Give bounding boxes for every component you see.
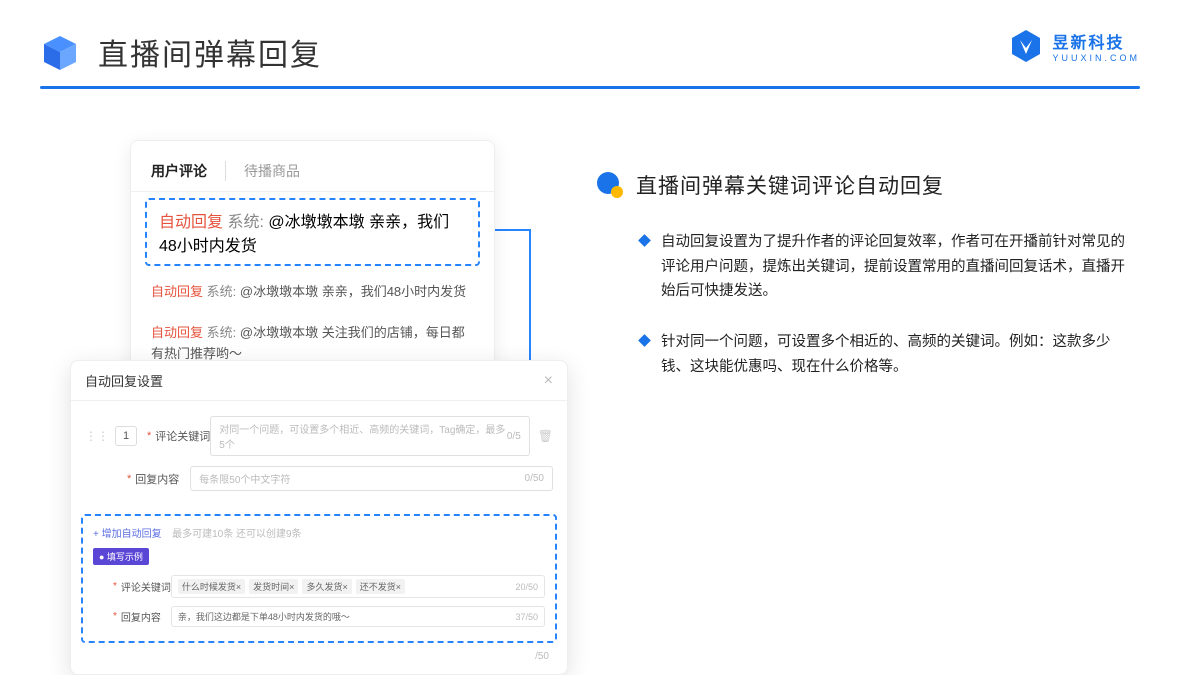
- cube-icon: [40, 32, 80, 72]
- system-label: 系统:: [207, 284, 237, 299]
- reply-input[interactable]: 每条限50个中文字符 0/50: [190, 466, 553, 491]
- rule-number: 1: [115, 426, 137, 446]
- example-keyword-label: 评论关键词: [121, 579, 171, 594]
- brand-name-en: YUUXIN.COM: [1052, 53, 1140, 63]
- highlighted-comment: 自动回复 系统: @冰墩墩本墩 亲亲，我们48小时内发货: [145, 198, 480, 266]
- auto-reply-label: 自动回复: [159, 214, 223, 231]
- bullet-text: 自动回复设置为了提升作者的评论回复效率，作者可在开播前针对常见的评论用户问题，提…: [661, 230, 1136, 304]
- drag-handle-icon[interactable]: ⋮⋮: [85, 429, 109, 443]
- section-title: 直播间弹幕关键词评论自动回复: [636, 170, 944, 200]
- header-divider: [40, 86, 1140, 89]
- example-reply-input[interactable]: 亲，我们这边都是下单48小时内发货的哦～ 37/50: [171, 606, 545, 627]
- add-auto-reply-link[interactable]: + 增加自动回复: [93, 529, 162, 540]
- outer-count: /50: [71, 651, 567, 662]
- keyword-tag[interactable]: 发货时间×: [249, 579, 298, 594]
- system-label: 系统:: [207, 325, 237, 340]
- chat-bubble-icon: [596, 171, 624, 199]
- keyword-label: 评论关键词: [155, 428, 210, 444]
- page-title: 直播间弹幕回复: [98, 30, 322, 74]
- example-box: + 增加自动回复 最多可建10条 还可以创建9条 ● 填写示例 * 评论关键词 …: [81, 514, 557, 643]
- comment-item: 自动回复 系统: @冰墩墩本墩 亲亲，我们48小时内发货: [131, 272, 494, 313]
- close-icon[interactable]: ×: [544, 372, 553, 390]
- required-marker: *: [147, 430, 151, 442]
- settings-title: 自动回复设置: [85, 371, 163, 390]
- brand-logo: 昱新科技 YUUXIN.COM: [1008, 28, 1140, 64]
- bullet-icon: [638, 234, 651, 247]
- example-keyword-input[interactable]: 什么时候发货× 发货时间× 多久发货× 还不发货× 20/50: [171, 575, 545, 598]
- reply-content-label: 回复内容: [135, 471, 190, 487]
- tab-pending-products[interactable]: 待播商品: [244, 161, 318, 181]
- tab-user-comments[interactable]: 用户评论: [151, 161, 226, 181]
- keyword-tag[interactable]: 多久发货×: [302, 579, 351, 594]
- auto-reply-label: 自动回复: [151, 325, 203, 340]
- keyword-tag[interactable]: 什么时候发货×: [178, 579, 245, 594]
- auto-reply-label: 自动回复: [151, 284, 203, 299]
- required-marker: *: [127, 473, 131, 485]
- keyword-input[interactable]: 对同一个问题，可设置多个相近、高频的关键词，Tag确定，最多5个 0/5: [210, 416, 529, 456]
- bullet-text: 针对同一个问题，可设置多个相近的、高频的关键词。例如：这款多少钱、这块能优惠吗、…: [661, 330, 1136, 379]
- system-label: 系统:: [227, 214, 263, 231]
- add-hint: 最多可建10条 还可以创建9条: [172, 529, 301, 540]
- example-reply-label: 回复内容: [121, 609, 171, 624]
- delete-icon[interactable]: 🗑: [538, 429, 553, 443]
- auto-reply-settings-card: 自动回复设置 × ⋮⋮ 1 * 评论关键词 对同一个问题，可设置多个相近、高频的…: [70, 360, 568, 675]
- comment-text: @冰墩墩本墩 亲亲，我们48小时内发货: [240, 284, 466, 299]
- example-badge: ● 填写示例: [93, 548, 149, 565]
- brand-name-cn: 昱新科技: [1052, 29, 1140, 53]
- bullet-icon: [638, 334, 651, 347]
- keyword-tag[interactable]: 还不发货×: [356, 579, 405, 594]
